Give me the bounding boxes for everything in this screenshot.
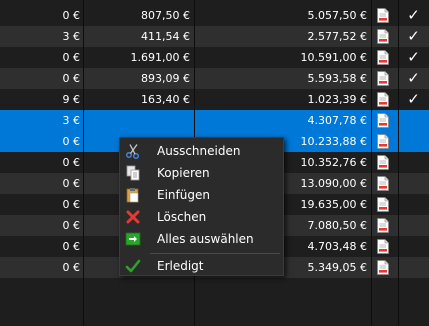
- checkmark-icon: ✓: [407, 27, 420, 45]
- copy-icon: [126, 165, 140, 181]
- menu-item-select-all[interactable]: Alles auswählen: [120, 228, 283, 250]
- tax-amount-cell: 163,40 €: [141, 93, 190, 106]
- menu-item-copy[interactable]: Kopieren: [120, 162, 283, 184]
- amount-cell-partial: 0 €: [62, 177, 81, 190]
- document-cell: [371, 173, 398, 194]
- done-cell: ✓: [398, 5, 429, 26]
- total-amount-cell: 1.023,39 €: [307, 93, 367, 106]
- checkmark-icon: ✓: [407, 6, 420, 24]
- amount-cell-partial: 0 €: [62, 72, 81, 85]
- total-amount-cell: 2.577,52 €: [307, 30, 367, 43]
- menu-item-delete[interactable]: Löschen: [120, 206, 283, 228]
- table-row[interactable]: 9 € 163,40 € 1.023,39 € ✓: [0, 89, 429, 110]
- amount-cell-partial: 0 €: [62, 9, 81, 22]
- checkmark-icon: ✓: [407, 69, 420, 87]
- checkmark-icon: ✓: [407, 48, 420, 66]
- document-cell: [371, 131, 398, 152]
- column-divider: [371, 0, 372, 326]
- document-cell: [371, 194, 398, 215]
- tax-amount-cell: 411,54 €: [141, 30, 190, 43]
- document-cell: [371, 26, 398, 47]
- done-cell: [398, 110, 429, 131]
- table-row[interactable]: 0 € 893,09 € 5.593,58 € ✓: [0, 68, 429, 89]
- done-cell: ✓: [398, 47, 429, 68]
- tax-amount-cell: [83, 110, 194, 131]
- pdf-document-icon[interactable]: [377, 29, 389, 44]
- column-divider: [398, 0, 399, 326]
- amount-cell-partial: 0 €: [62, 156, 81, 169]
- done-cell: [398, 173, 429, 194]
- done-cell: [398, 215, 429, 236]
- total-amount-cell: 5.057,50 €: [307, 9, 367, 22]
- document-cell: [371, 152, 398, 173]
- done-cell: [398, 194, 429, 215]
- amount-cell-partial: 0 €: [62, 261, 81, 274]
- done-cell: ✓: [398, 89, 429, 110]
- amount-cell-partial: 9 €: [62, 93, 81, 106]
- context-menu: Ausschneiden Kopieren Einfügen Löschen A…: [119, 137, 284, 276]
- document-cell: [371, 47, 398, 68]
- pdf-document-icon[interactable]: [377, 8, 389, 23]
- table-row[interactable]: 3 € 4.307,78 €: [0, 110, 429, 131]
- table-row[interactable]: 0 € 1.691,00 € 10.591,00 € ✓: [0, 47, 429, 68]
- menu-item-label: Alles auswählen: [157, 232, 254, 246]
- menu-item-label: Erledigt: [157, 259, 204, 273]
- column-divider: [83, 0, 84, 326]
- done-cell: ✓: [398, 26, 429, 47]
- total-amount-cell: 4.307,78 €: [307, 114, 367, 127]
- pdf-document-icon[interactable]: [377, 260, 389, 275]
- document-cell: [371, 89, 398, 110]
- amount-cell-partial: 0 €: [62, 135, 81, 148]
- menu-item-label: Einfügen: [157, 188, 210, 202]
- document-cell: [371, 257, 398, 278]
- amount-cell-partial: 3 €: [62, 114, 81, 127]
- checkmark-icon: [125, 259, 141, 273]
- document-cell: [371, 5, 398, 26]
- menu-item-label: Kopieren: [157, 166, 210, 180]
- menu-item-paste[interactable]: Einfügen: [120, 184, 283, 206]
- table-row[interactable]: 3 € 411,54 € 2.577,52 € ✓: [0, 26, 429, 47]
- done-cell: [398, 236, 429, 257]
- scissors-icon: [125, 144, 140, 159]
- amount-cell-partial: 3 €: [62, 30, 81, 43]
- menu-item-label: Löschen: [157, 210, 207, 224]
- pdf-document-icon[interactable]: [377, 71, 389, 86]
- amount-cell-partial: 0 €: [62, 219, 81, 232]
- tax-amount-cell: 893,09 €: [141, 72, 190, 85]
- total-amount-cell: 10.591,00 €: [300, 51, 367, 64]
- pdf-document-icon[interactable]: [377, 134, 389, 149]
- menu-item-done[interactable]: Erledigt: [120, 255, 283, 277]
- document-cell: [371, 215, 398, 236]
- document-cell: [371, 68, 398, 89]
- delete-icon: [126, 210, 140, 224]
- select-all-icon: [125, 232, 141, 246]
- amount-cell-partial: 0 €: [62, 51, 81, 64]
- pdf-document-icon[interactable]: [377, 155, 389, 170]
- pdf-document-icon[interactable]: [377, 113, 389, 128]
- pdf-document-icon[interactable]: [377, 176, 389, 191]
- paste-icon: [126, 188, 139, 203]
- menu-item-cut[interactable]: Ausschneiden: [120, 140, 283, 162]
- document-cell: [371, 236, 398, 257]
- menu-separator: [150, 253, 280, 254]
- document-cell: [371, 110, 398, 131]
- table-row[interactable]: 0 € 807,50 € 5.057,50 € ✓: [0, 5, 429, 26]
- done-cell: [398, 257, 429, 278]
- amount-cell-partial: 0 €: [62, 198, 81, 211]
- total-amount-cell: 5.593,58 €: [307, 72, 367, 85]
- pdf-document-icon[interactable]: [377, 239, 389, 254]
- done-cell: [398, 152, 429, 173]
- pdf-document-icon[interactable]: [377, 197, 389, 212]
- done-cell: ✓: [398, 68, 429, 89]
- pdf-document-icon[interactable]: [377, 92, 389, 107]
- amount-cell-partial: 0 €: [62, 240, 81, 253]
- menu-item-label: Ausschneiden: [157, 144, 241, 158]
- pdf-document-icon[interactable]: [377, 218, 389, 233]
- checkmark-icon: ✓: [407, 90, 420, 108]
- done-cell: [398, 131, 429, 152]
- tax-amount-cell: 807,50 €: [141, 9, 190, 22]
- tax-amount-cell: 1.691,00 €: [130, 51, 190, 64]
- pdf-document-icon[interactable]: [377, 50, 389, 65]
